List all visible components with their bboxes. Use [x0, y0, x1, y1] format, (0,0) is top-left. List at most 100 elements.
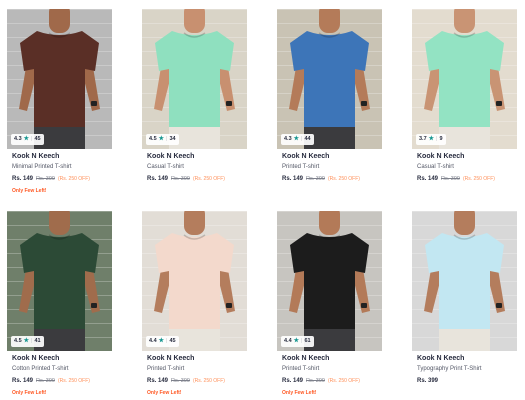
product-discount: (Rs. 250 OFF)	[327, 378, 360, 384]
product-title: Printed T-shirt	[147, 366, 185, 372]
star-icon: ★	[158, 136, 165, 142]
price-row: Rs. 399	[417, 378, 438, 384]
product-brand: Kook N Keech	[417, 153, 465, 160]
product-brand: Kook N Keech	[417, 355, 465, 362]
rating-badge: 4.5 ★ | 34	[146, 134, 179, 145]
product-brand: Kook N Keech	[147, 355, 195, 362]
product-discount: (Rs. 250 OFF)	[462, 176, 495, 182]
product-title: Cotton Printed T-shirt	[12, 366, 69, 372]
price-row: Rs. 149 Rs. 399 (Rs. 250 OFF)	[282, 176, 360, 182]
product-title: Casual T-shirt	[147, 164, 184, 170]
product-discount: (Rs. 250 OFF)	[192, 378, 225, 384]
rating-divider: |	[166, 136, 168, 142]
stock-note: Only Few Left!	[282, 390, 317, 396]
product-mrp: Rs. 399	[36, 176, 55, 182]
price-row: Rs. 149 Rs. 399 (Rs. 250 OFF)	[282, 378, 360, 384]
rating-count: 34	[169, 136, 176, 142]
product-mrp: Rs. 399	[36, 378, 55, 384]
rating-value: 4.4	[149, 338, 157, 344]
star-icon: ★	[23, 136, 30, 142]
rating-divider: |	[301, 136, 303, 142]
rating-count: 45	[169, 338, 176, 344]
rating-value: 4.5	[14, 338, 22, 344]
product-title: Printed T-shirt	[282, 366, 320, 372]
rating-value: 4.3	[14, 136, 22, 142]
rating-divider: |	[301, 338, 303, 344]
rating-badge: 4.5 ★ | 41	[11, 336, 44, 347]
product-discount: (Rs. 250 OFF)	[192, 176, 225, 182]
product-brand: Kook N Keech	[282, 355, 330, 362]
product-image-container[interactable]: 4.3 ★ | 45	[7, 9, 112, 149]
product-image-container[interactable]	[412, 211, 517, 351]
product-card[interactable]: 3.7 ★ | 9 Kook N Keech Casual T-shirt Rs. 149 R…	[412, 9, 517, 209]
product-title: Printed T-shirt	[282, 164, 320, 170]
product-brand: Kook N Keech	[147, 153, 195, 160]
product-price: Rs. 149	[282, 378, 304, 384]
product-brand: Kook N Keech	[12, 153, 60, 160]
product-image-container[interactable]: 4.4 ★ | 45	[142, 211, 247, 351]
product-card[interactable]: 4.4 ★ | 45 Kook N Keech Printed T-shirt Rs. 14…	[142, 211, 247, 400]
product-image-container[interactable]: 4.4 ★ | 61	[277, 211, 382, 351]
product-card[interactable]: 4.5 ★ | 34 Kook N Keech Casual T-shirt Rs. 149…	[142, 9, 247, 209]
stock-note: Only Few Left!	[12, 188, 47, 194]
rating-divider: |	[31, 338, 33, 344]
product-brand: Kook N Keech	[12, 355, 60, 362]
product-card[interactable]: 4.4 ★ | 61 Kook N Keech Printed T-shirt Rs. 14…	[277, 211, 382, 400]
product-image	[277, 9, 382, 149]
rating-divider: |	[166, 338, 168, 344]
product-card[interactable]: Kook N Keech Typography Print T-Shirt Rs. …	[412, 211, 517, 400]
product-mrp: Rs. 399	[171, 176, 190, 182]
product-title: Casual T-shirt	[417, 164, 454, 170]
product-discount: (Rs. 250 OFF)	[57, 176, 90, 182]
product-discount: (Rs. 250 OFF)	[57, 378, 90, 384]
product-title: Typography Print T-Shirt	[417, 366, 482, 372]
product-mrp: Rs. 399	[171, 378, 190, 384]
price-row: Rs. 149 Rs. 399 (Rs. 250 OFF)	[147, 176, 225, 182]
product-image	[142, 9, 247, 149]
rating-count: 44	[304, 136, 311, 142]
price-row: Rs. 149 Rs. 399 (Rs. 250 OFF)	[12, 176, 90, 182]
rating-value: 3.7	[419, 136, 427, 142]
product-brand: Kook N Keech	[282, 153, 330, 160]
rating-count: 45	[34, 136, 41, 142]
product-image	[7, 9, 112, 149]
product-image	[7, 211, 112, 351]
price-row: Rs. 149 Rs. 399 (Rs. 250 OFF)	[147, 378, 225, 384]
product-price: Rs. 149	[12, 378, 34, 384]
rating-value: 4.3	[284, 136, 292, 142]
star-icon: ★	[293, 136, 300, 142]
rating-divider: |	[31, 136, 33, 142]
product-image-container[interactable]: 4.5 ★ | 41	[7, 211, 112, 351]
product-image	[277, 211, 382, 351]
product-image-container[interactable]: 3.7 ★ | 9	[412, 9, 517, 149]
rating-badge: 4.4 ★ | 61	[281, 336, 314, 347]
product-price: Rs. 149	[147, 176, 169, 182]
rating-value: 4.4	[284, 338, 292, 344]
rating-badge: 4.4 ★ | 45	[146, 336, 179, 347]
product-image	[142, 211, 247, 351]
stock-note: Only Few Left!	[147, 390, 182, 396]
product-mrp: Rs. 399	[306, 176, 325, 182]
product-image	[412, 211, 517, 351]
product-price: Rs. 399	[417, 378, 439, 384]
stock-note: Only Few Left!	[12, 390, 47, 396]
star-icon: ★	[23, 338, 30, 344]
product-image-container[interactable]: 4.5 ★ | 34	[142, 9, 247, 149]
product-card[interactable]: 4.3 ★ | 44 Kook N Keech Printed T-shirt Rs. 14…	[277, 9, 382, 209]
price-row: Rs. 149 Rs. 399 (Rs. 250 OFF)	[417, 176, 495, 182]
rating-badge: 4.3 ★ | 45	[11, 134, 44, 145]
star-icon: ★	[428, 136, 435, 142]
price-row: Rs. 149 Rs. 399 (Rs. 250 OFF)	[12, 378, 90, 384]
star-icon: ★	[293, 338, 300, 344]
star-icon: ★	[158, 338, 165, 344]
rating-divider: |	[436, 136, 438, 142]
rating-value: 4.5	[149, 136, 157, 142]
product-card[interactable]: 4.3 ★ | 45 Kook N Keech Minimal Printed T-shi…	[7, 9, 112, 209]
rating-badge: 3.7 ★ | 9	[416, 134, 446, 145]
product-card[interactable]: 4.5 ★ | 41 Kook N Keech Cotton Printed T-shir…	[7, 211, 112, 400]
product-mrp: Rs. 399	[306, 378, 325, 384]
product-mrp: Rs. 399	[441, 176, 460, 182]
product-title: Minimal Printed T-shirt	[12, 164, 72, 170]
product-price: Rs. 149	[282, 176, 304, 182]
product-image-container[interactable]: 4.3 ★ | 44	[277, 9, 382, 149]
